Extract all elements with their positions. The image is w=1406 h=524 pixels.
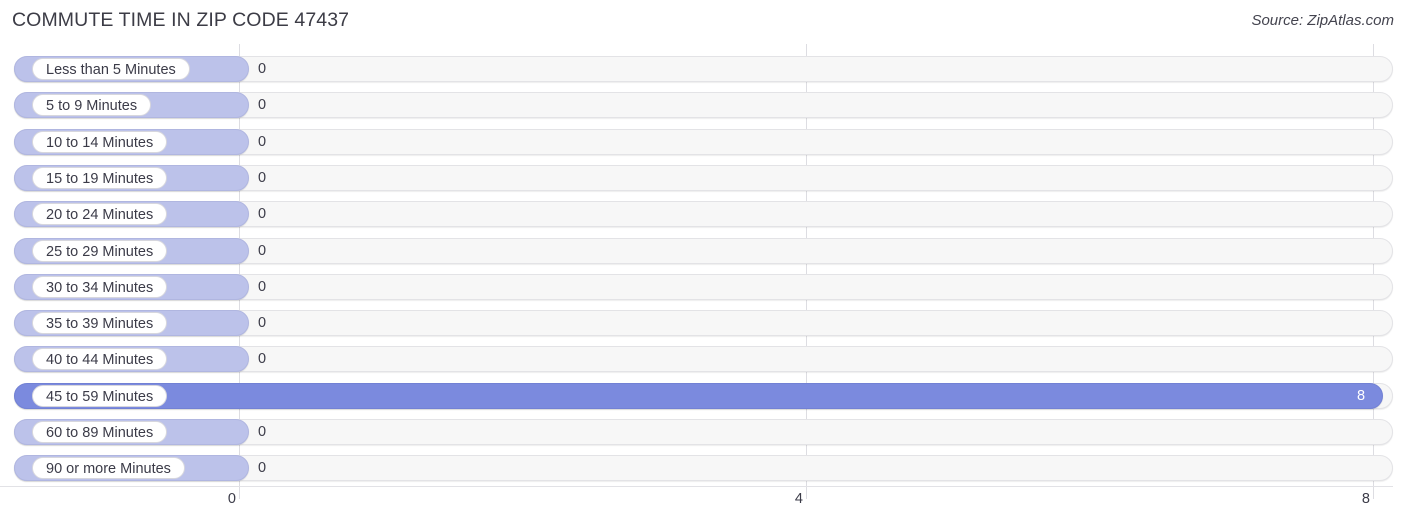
bar-value-label: 0 [258, 278, 267, 295]
page-title: COMMUTE TIME IN ZIP CODE 47437 [12, 9, 350, 31]
bar-category-label: 45 to 59 Minutes [32, 384, 168, 407]
bar-category-label: 20 to 24 Minutes [32, 203, 168, 226]
bar-value-label: 8 [1357, 387, 1366, 404]
bar-value-label: 0 [258, 315, 267, 332]
bar-row[interactable]: 45 to 59 Minutes 8 [14, 382, 1393, 409]
tick-label-4: 4 [794, 491, 803, 507]
bar-value-label: 0 [258, 242, 267, 259]
bar-row[interactable]: 25 to 29 Minutes 0 [14, 237, 1393, 264]
bar-category-label: 10 to 14 Minutes [32, 130, 168, 153]
bar-value-label: 0 [258, 351, 267, 368]
bar-row[interactable]: 20 to 24 Minutes 0 [14, 201, 1393, 228]
bar-row[interactable]: 5 to 9 Minutes 0 [14, 92, 1393, 119]
bar[interactable] [14, 382, 1383, 409]
chart-plot-area: Less than 5 Minutes 0 5 to 9 Minutes 0 10 to… [0, 44, 1406, 524]
bar-category-label: 5 to 9 Minutes [32, 94, 152, 117]
bar-value-label: 0 [258, 424, 267, 440]
bar-category-label: 40 to 44 Minutes [32, 348, 168, 371]
bar-category-label: 90 or more Minutes [32, 457, 185, 480]
bar-category-label: Less than 5 Minutes [32, 58, 190, 80]
bar-value-label: 0 [258, 169, 267, 186]
bar-category-label: 60 to 89 Minutes [32, 421, 168, 443]
bar-value-label: 0 [258, 97, 267, 114]
bar-row[interactable]: Less than 5 Minutes 0 [14, 56, 1393, 82]
bar-category-label: 15 to 19 Minutes [32, 166, 168, 189]
bar-row[interactable]: 40 to 44 Minutes 0 [14, 346, 1393, 373]
bar-category-label: 35 to 39 Minutes [32, 312, 168, 335]
bar-row[interactable]: 90 or more Minutes 0 [14, 455, 1393, 482]
chart-header: COMMUTE TIME IN ZIP CODE 47437 Source: Z… [0, 0, 1406, 44]
bar-row[interactable]: 30 to 34 Minutes 0 [14, 273, 1393, 300]
source-attribution: Source: ZipAtlas.com [1251, 12, 1394, 29]
bar-category-label: 25 to 29 Minutes [32, 239, 168, 262]
bar-category-label: 30 to 34 Minutes [32, 275, 168, 298]
bar-value-label: 0 [258, 460, 267, 477]
tick-label-0: 0 [227, 491, 236, 507]
bar-value-label: 0 [258, 133, 267, 150]
bar-row[interactable]: 60 to 89 Minutes 0 [14, 419, 1393, 445]
axis-baseline [0, 486, 1393, 487]
bar-row[interactable]: 10 to 14 Minutes 0 [14, 128, 1393, 155]
bar-row[interactable]: 15 to 19 Minutes 0 [14, 164, 1393, 191]
bar-row[interactable]: 35 to 39 Minutes 0 [14, 310, 1393, 337]
bar-value-label: 0 [258, 61, 267, 77]
bar-value-label: 0 [258, 206, 267, 223]
tick-label-8: 8 [1361, 491, 1370, 507]
